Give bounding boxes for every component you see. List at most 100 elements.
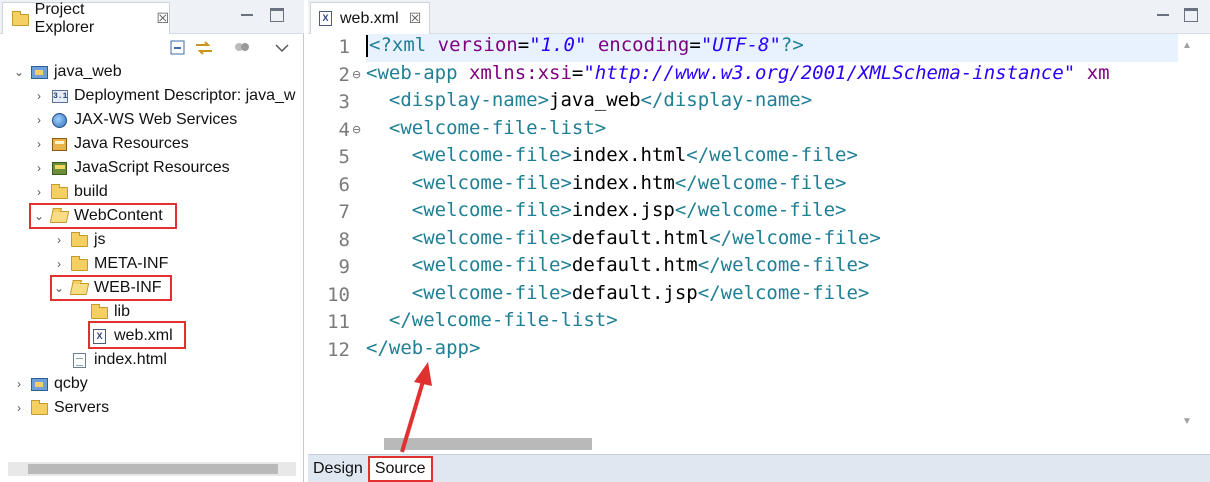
fold-toggle-icon[interactable]: ⊖ <box>352 68 361 81</box>
highlight-web-inf <box>50 275 172 301</box>
minimize-icon[interactable] <box>1156 8 1170 22</box>
highlight-webcontent <box>29 203 177 229</box>
tree-item-java-resources[interactable]: › Java Resources <box>32 132 189 156</box>
tree-item-label: Deployment Descriptor: java_w <box>74 87 296 104</box>
chevron-right-icon[interactable]: › <box>12 401 26 415</box>
scroll-down-arrow-icon[interactable]: ▼ <box>1182 416 1192 427</box>
tree-item-deployment-descriptor[interactable]: › 3.1 Deployment Descriptor: java_w <box>32 84 295 108</box>
editor-page-tabs: Design Source <box>308 454 1210 482</box>
line-number: 9 <box>338 256 350 278</box>
scroll-up-arrow-icon[interactable]: ▲ <box>1182 40 1192 51</box>
tree-item-java-web[interactable]: ⌄ java_web <box>12 60 122 84</box>
code-token: default.htm <box>571 254 698 276</box>
tree-item-index-html[interactable]: index.html <box>52 348 167 372</box>
code-line[interactable]: <welcome-file>index.jsp</welcome-file> <box>366 199 847 227</box>
line-number: 3 <box>338 91 350 113</box>
html-file-icon <box>70 352 90 368</box>
scrollbar-thumb[interactable] <box>28 464 278 474</box>
code-line[interactable]: <welcome-file>default.htm</welcome-file> <box>366 254 870 282</box>
chevron-right-icon[interactable]: › <box>32 113 46 127</box>
code-token: index.html <box>571 144 687 166</box>
tree-item-javascript-resources[interactable]: › JavaScript Resources <box>32 156 230 180</box>
project-explorer-icon <box>11 10 29 27</box>
tab-project-explorer[interactable]: Project Explorer ☒ <box>2 0 170 36</box>
tree-item-label: Java Resources <box>74 135 189 152</box>
code-token: encoding <box>597 34 690 56</box>
close-icon[interactable]: ☒ <box>409 10 422 27</box>
folder-icon <box>50 184 70 200</box>
view-menu-filter-icon[interactable] <box>232 38 252 58</box>
tree-item-js[interactable]: › js <box>52 228 106 252</box>
code-line[interactable]: <welcome-file-list> <box>366 117 606 145</box>
line-number: 4 <box>338 118 350 141</box>
folder-icon <box>30 400 50 416</box>
code-line[interactable]: <display-name>java_web</display-name> <box>366 89 812 117</box>
code-token: xmlns:xsi <box>468 61 572 84</box>
tab-design[interactable]: Design <box>308 456 368 482</box>
code-token: ?xml <box>380 34 438 56</box>
line-number: 5 <box>338 146 350 168</box>
link-with-editor-icon[interactable] <box>194 38 214 58</box>
code-line[interactable]: <welcome-file>default.html</welcome-file… <box>366 227 881 255</box>
chevron-down-icon[interactable]: ⌄ <box>12 65 26 79</box>
chevron-right-icon[interactable]: › <box>32 89 46 103</box>
code-line[interactable]: <welcome-file>index.html</welcome-file> <box>366 144 858 172</box>
tab-label: Project Explorer <box>34 0 95 36</box>
code-token: "http://www.w3.org/2001/XMLSchema-instan… <box>583 61 1076 84</box>
chevron-right-icon[interactable]: › <box>12 377 26 391</box>
maximize-icon[interactable] <box>270 8 284 22</box>
code-line[interactable]: <web-app xmlns:xsi="http://www.w3.org/20… <box>366 62 1110 90</box>
chevron-right-icon[interactable]: › <box>32 161 46 175</box>
tab-web-xml[interactable]: X web.xml ☒ <box>310 2 430 34</box>
chevron-right-icon[interactable]: › <box>32 137 46 151</box>
code-line[interactable]: <welcome-file>index.htm</welcome-file> <box>366 172 847 200</box>
code-token: java_web <box>549 89 641 111</box>
code-line[interactable]: <?xml version="1.0" encoding="UTF-8"?> <box>366 34 1178 62</box>
tree-item-label: Servers <box>54 399 110 416</box>
code-token: = <box>517 34 530 56</box>
chevron-right-icon[interactable]: › <box>52 233 66 247</box>
line-number: 10 <box>327 283 350 306</box>
tree-item-label: build <box>74 183 108 200</box>
folder-icon <box>70 256 90 272</box>
code-token: </welcome-file> <box>697 281 870 304</box>
explorer-tab-bar: Project Explorer ☒ <box>0 0 304 36</box>
code-line[interactable]: <welcome-file>default.jsp</welcome-file> <box>366 281 870 310</box>
tree-item-servers[interactable]: › Servers <box>12 396 109 420</box>
scrollbar-thumb[interactable] <box>384 438 592 450</box>
code-token: </welcome-file> <box>697 254 870 276</box>
code-token: <welcome-file> <box>366 199 572 221</box>
close-icon[interactable]: ☒ <box>156 10 169 27</box>
source-code-area[interactable]: 1 2 ⊖ 3 4 ⊖ 5 6 7 8 9 10 11 12 <?xml version="1.0" en… <box>308 34 1178 434</box>
deployment-descriptor-icon: 3.1 <box>52 90 68 103</box>
tree-item-qcby[interactable]: › qcby <box>12 372 88 396</box>
minimize-icon[interactable] <box>240 8 254 22</box>
chevron-right-icon[interactable]: › <box>32 185 46 199</box>
view-menu-chevron-down-icon[interactable] <box>272 38 292 58</box>
project-explorer-view: Project Explorer ☒ ⌄ java_web › 3.1 Depl… <box>0 0 304 482</box>
xml-editor: X web.xml ☒ 1 2 ⊖ 3 4 ⊖ 5 6 7 8 9 10 11 12 <?xml vers… <box>308 0 1210 482</box>
code-line[interactable]: </web-app> <box>366 337 480 365</box>
tree-item-meta-inf[interactable]: › META-INF <box>52 252 168 276</box>
code-line[interactable]: </welcome-file-list> <box>366 309 618 337</box>
maximize-icon[interactable] <box>1184 8 1198 22</box>
horizontal-scrollbar[interactable] <box>364 434 1178 454</box>
chevron-right-icon[interactable]: › <box>52 257 66 271</box>
tree-item-label: qcby <box>54 375 88 392</box>
code-token: </display-name> <box>640 89 813 111</box>
tree-item-jax-ws[interactable]: › JAX-WS Web Services <box>32 108 237 132</box>
code-token: default.jsp <box>571 281 698 304</box>
code-token: "UTF-8" <box>700 34 781 56</box>
vertical-scrollbar[interactable]: ▲ ▼ <box>1178 34 1198 434</box>
collapse-all-icon[interactable] <box>168 38 188 58</box>
fold-toggle-icon[interactable]: ⊖ <box>352 123 361 136</box>
tab-source[interactable]: Source <box>367 455 433 482</box>
tree-item-label: META-INF <box>94 255 169 272</box>
tree-item-label: lib <box>114 303 131 320</box>
line-number: 1 <box>338 36 350 58</box>
folder-icon <box>70 232 90 248</box>
tree-item-build[interactable]: › build <box>32 180 108 204</box>
java-resources-icon <box>50 136 70 152</box>
explorer-horizontal-scrollbar[interactable] <box>8 462 296 476</box>
